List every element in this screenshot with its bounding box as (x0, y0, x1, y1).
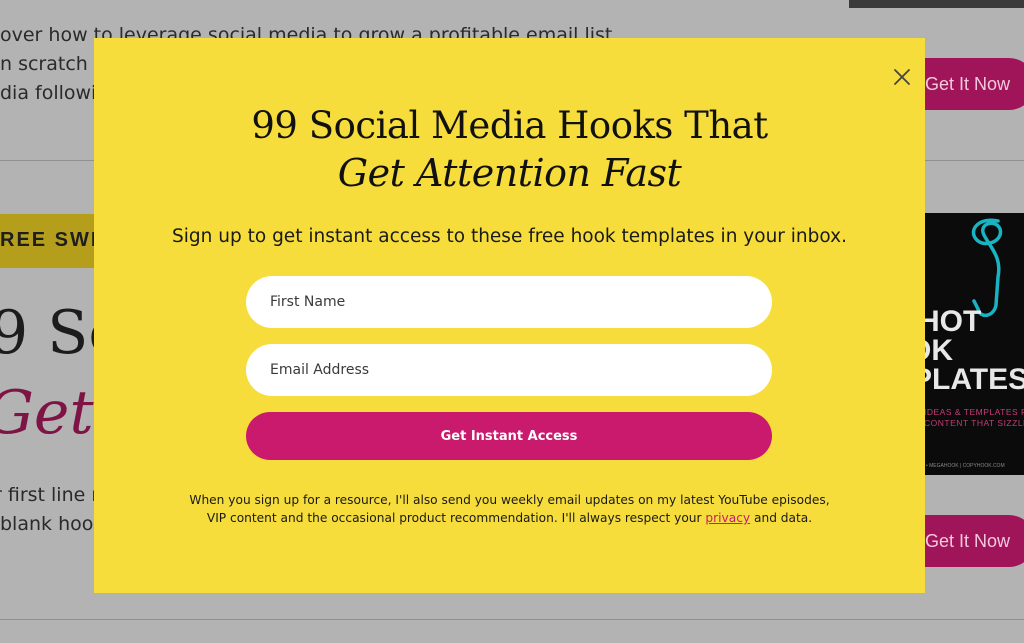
modal-subtitle: Sign up to get instant access to these f… (172, 226, 847, 247)
disclaimer-line-2: VIP content and the occasional product r… (94, 509, 925, 527)
section-divider-bottom (0, 619, 1024, 620)
get-instant-access-button[interactable]: Get Instant Access (246, 412, 772, 460)
book-tagline-2: CONTENT THAT SIZZLES (924, 418, 1024, 428)
modal-title-line-1: 99 Social Media Hooks That (251, 104, 768, 147)
first-name-input[interactable] (246, 276, 772, 328)
banner-label: REE SWI (0, 229, 99, 251)
resource-body-line-2: blank hoo (0, 513, 94, 535)
book-title-line-1: HOT (918, 305, 982, 338)
book-title-line-3: PLATES (912, 363, 1024, 396)
resource-body-line-1: r first line n (0, 484, 104, 506)
disclaimer-line-2-end: and data. (750, 511, 813, 525)
intro-text-line-3: dia followin (0, 82, 109, 104)
signup-modal: 99 Social Media Hooks That Get Attention… (94, 38, 925, 593)
privacy-disclaimer: When you sign up for a resource, I'll al… (94, 491, 925, 527)
video-thumbnail (849, 0, 1024, 8)
modal-title-line-2: Get Attention Fast (337, 151, 682, 195)
disclaimer-line-1: When you sign up for a resource, I'll al… (189, 493, 830, 507)
intro-text-line-2: n scratch – (0, 53, 104, 75)
book-tagline-1: IDEAS & TEMPLATES FO (924, 407, 1024, 417)
book-footer: • MEGAHOOK | COPYHOOK.COM (926, 463, 1005, 469)
close-icon[interactable] (893, 68, 911, 86)
privacy-link[interactable]: privacy (705, 511, 750, 525)
email-input[interactable] (246, 344, 772, 396)
disclaimer-line-2-start: VIP content and the occasional product r… (206, 511, 706, 525)
